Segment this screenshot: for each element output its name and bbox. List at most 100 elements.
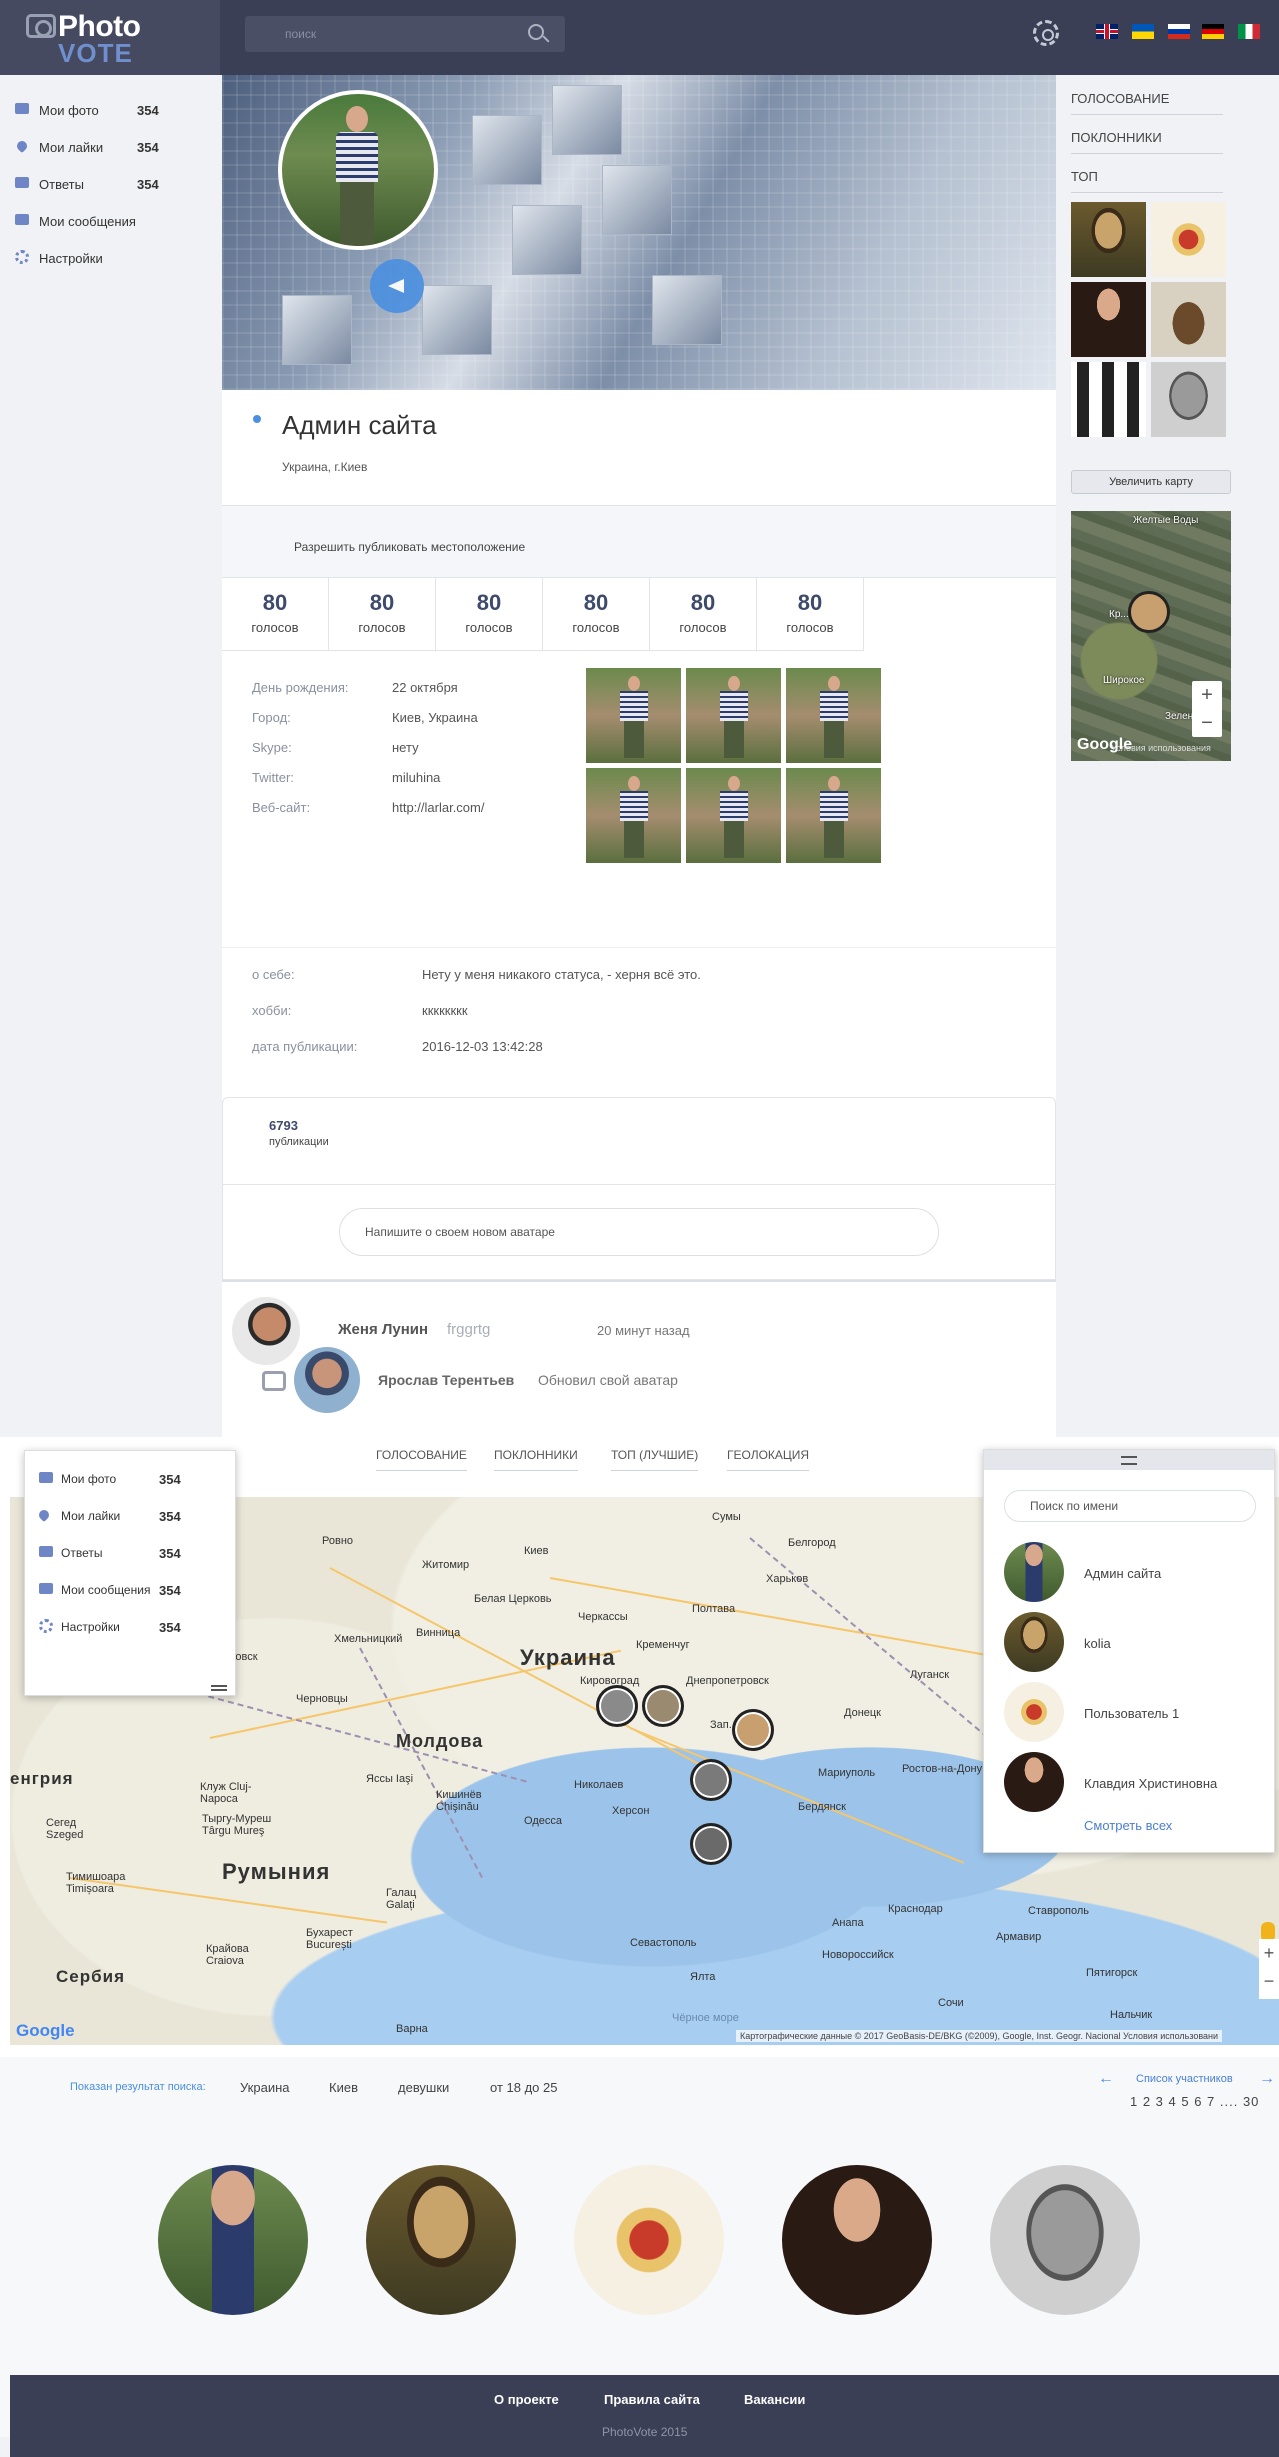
map-tab-geo[interactable]: ГЕОЛОКАЦИЯ (727, 1448, 810, 1471)
user-row[interactable]: Админ сайта (1004, 1542, 1264, 1604)
feed-user-name[interactable]: Ярослав Терентьев (378, 1372, 514, 1388)
map-city: Кременчуг (636, 1639, 690, 1651)
gear-icon[interactable] (1033, 20, 1059, 46)
de-flag-icon[interactable] (1202, 24, 1224, 39)
permit-location[interactable]: Разрешить публиковать местоположение (222, 505, 1056, 578)
zoom-control[interactable]: + − (1259, 1939, 1279, 1999)
map-pin[interactable] (732, 1709, 774, 1751)
ua-flag-icon[interactable] (1132, 24, 1154, 39)
result-avatar[interactable] (574, 2165, 724, 2315)
profile-avatar[interactable] (278, 90, 438, 250)
zoom-map-button[interactable]: Увеличить карту (1071, 470, 1231, 494)
camera-icon (26, 14, 56, 38)
nav-my-likes[interactable]: Мои лайки 354 (25, 1498, 237, 1535)
map-tab-top[interactable]: ТОП (ЛУЧШИЕ) (611, 1448, 699, 1471)
map-pin[interactable] (596, 1685, 638, 1727)
footer-link-about[interactable]: О проекте (494, 2392, 559, 2407)
search-input[interactable] (245, 16, 565, 52)
tab-fans[interactable]: ПОКЛОННИКИ (1071, 118, 1223, 154)
result-avatar[interactable] (158, 2165, 308, 2315)
zoom-out-icon[interactable]: − (1192, 709, 1222, 737)
map-pin[interactable] (642, 1685, 684, 1727)
nav-my-photos[interactable]: Мои фото 354 (25, 1461, 237, 1498)
map-pin[interactable] (690, 1823, 732, 1865)
user-search-input[interactable] (1004, 1490, 1256, 1522)
map-city: Варна (396, 2023, 428, 2035)
map-terms[interactable]: Условия использования (1111, 743, 1211, 753)
nav-settings[interactable]: Настройки (0, 240, 220, 277)
result-avatar[interactable] (366, 2165, 516, 2315)
footer-link-jobs[interactable]: Вакансии (744, 2392, 805, 2407)
user-row[interactable]: Пользователь 1 (1004, 1682, 1264, 1744)
photo-thumb[interactable] (786, 768, 881, 863)
nav-my-likes[interactable]: Мои лайки 354 (0, 129, 220, 166)
zoom-out-icon[interactable]: − (1259, 1967, 1279, 1995)
vote-count: 80 (583, 590, 609, 615)
photo-thumb[interactable] (586, 768, 681, 863)
top-photo[interactable] (1071, 202, 1146, 277)
filter-age[interactable]: от 18 до 25 (490, 2080, 557, 2095)
top-photo[interactable] (1151, 282, 1226, 357)
top-photo[interactable] (1151, 202, 1226, 277)
uk-flag-icon[interactable] (1096, 24, 1118, 39)
top-photo[interactable] (1071, 282, 1146, 357)
feed-avatar[interactable] (232, 1297, 300, 1365)
nav-my-photos[interactable]: Мои фото 354 (0, 92, 220, 129)
mini-map[interactable]: Желтые Воды Кр...ог Широкое Зелено... + −… (1071, 511, 1231, 761)
nav-messages[interactable]: Мои сообщения 354 (25, 1572, 237, 1609)
top-photo[interactable] (1151, 362, 1226, 437)
feed-avatar[interactable] (294, 1347, 360, 1413)
nav-replies[interactable]: Ответы 354 (0, 166, 220, 203)
filter-gender[interactable]: девушки (398, 2080, 449, 2095)
photo-thumb[interactable] (786, 668, 881, 763)
result-avatar[interactable] (990, 2165, 1140, 2315)
participants-list-link[interactable]: Список участников (1136, 2073, 1233, 2085)
it-flag-icon[interactable] (1238, 24, 1260, 39)
nav-replies[interactable]: Ответы 354 (25, 1535, 237, 1572)
logo[interactable]: Photo VOTE (0, 0, 220, 75)
map-city: Житомир (422, 1559, 470, 1571)
search-icon[interactable] (528, 24, 544, 40)
tab-top[interactable]: ТОП (1071, 157, 1223, 193)
photo-thumb[interactable] (686, 768, 781, 863)
next-arrow-icon[interactable]: → (1259, 2070, 1275, 2088)
zoom-control[interactable]: + − (1192, 681, 1222, 737)
vote-cell[interactable]: 80 голосов (650, 578, 757, 651)
prev-arrow-icon[interactable]: ← (1098, 2070, 1114, 2088)
map-pin[interactable] (1128, 591, 1170, 633)
feed-user-name[interactable]: Женя Лунин (338, 1321, 428, 1338)
compose-input[interactable] (339, 1208, 939, 1256)
zoom-in-icon[interactable]: + (1192, 681, 1222, 709)
vote-cell[interactable]: 80 голосов (222, 578, 329, 651)
nav-count: 354 (137, 103, 159, 118)
vote-cell[interactable]: 80 голосов (329, 578, 436, 651)
top-photo[interactable] (1071, 362, 1146, 437)
user-row[interactable]: Клавдия Христиновна (1004, 1752, 1264, 1814)
map-attribution: Картографические данные © 2017 GeoBasis-… (736, 2030, 1223, 2042)
vote-cell[interactable]: 80 голосов (436, 578, 543, 651)
map-tab-voting[interactable]: ГОЛОСОВАНИЕ (376, 1448, 467, 1471)
vote-cell[interactable]: 80 голосов (543, 578, 650, 651)
ru-flag-icon[interactable] (1168, 24, 1190, 39)
result-avatar[interactable] (782, 2165, 932, 2315)
publications-count: 6793 (269, 1118, 298, 1133)
nav-settings[interactable]: Настройки 354 (25, 1609, 237, 1646)
vote-cell[interactable]: 80 голосов (757, 578, 864, 651)
user-row[interactable]: kolia (1004, 1612, 1264, 1674)
filter-country[interactable]: Украина (240, 2080, 290, 2095)
photo-thumb[interactable] (586, 668, 681, 763)
resize-handle-icon[interactable] (211, 1685, 227, 1691)
tab-voting[interactable]: ГОЛОСОВАНИЕ (1071, 79, 1223, 115)
panel-drag-handle[interactable] (984, 1450, 1274, 1470)
see-all-link[interactable]: Смотреть всех (1084, 1818, 1172, 1833)
map-pin[interactable] (690, 1759, 732, 1801)
zoom-in-icon[interactable]: + (1259, 1939, 1279, 1967)
megaphone-icon[interactable] (370, 259, 424, 313)
map-tab-fans[interactable]: ПОКЛОННИКИ (494, 1448, 578, 1471)
photo-thumb[interactable] (686, 668, 781, 763)
pagination[interactable]: 1 2 3 4 5 6 7 .... 30 (1130, 2094, 1259, 2109)
footer-link-rules[interactable]: Правила сайта (604, 2392, 700, 2407)
filter-city[interactable]: Киев (329, 2080, 358, 2095)
website-link[interactable]: http://larlar.com/ (392, 800, 592, 815)
nav-messages[interactable]: Мои сообщения (0, 203, 220, 240)
